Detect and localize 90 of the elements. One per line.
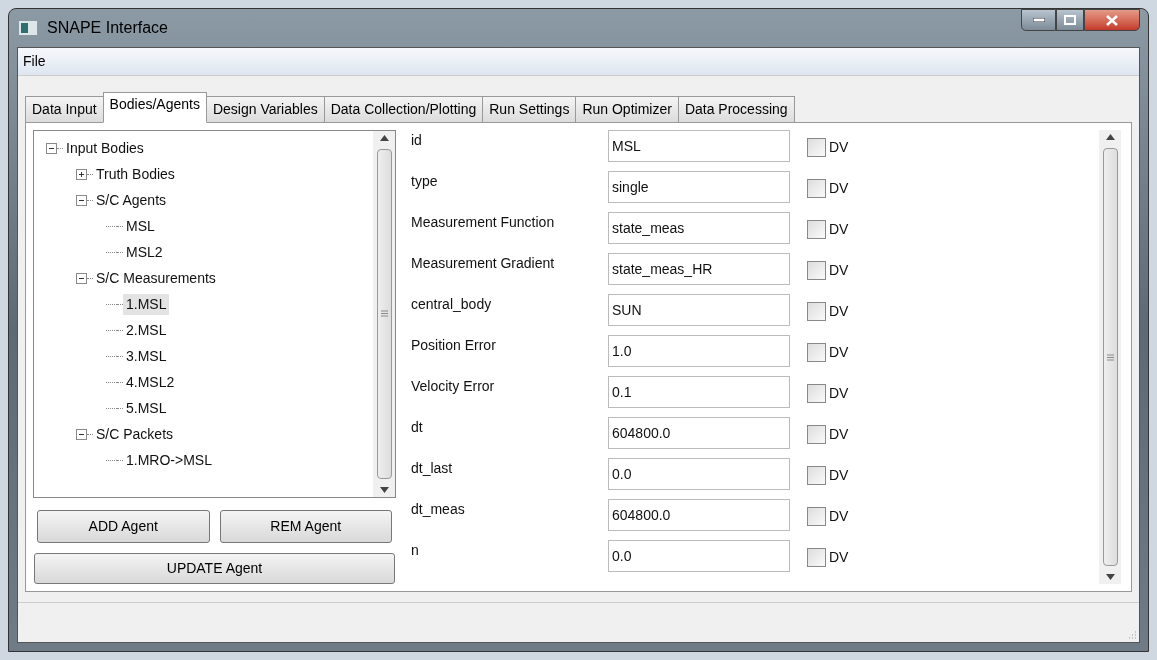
tab[interactable]: Design Variables (205, 96, 325, 123)
update-agent-button[interactable]: UPDATE Agent (34, 552, 395, 584)
maximize-icon (1064, 15, 1076, 25)
field-label: dt_meas (411, 500, 466, 519)
collapse-icon[interactable] (76, 194, 87, 206)
scrollbar[interactable] (373, 131, 395, 497)
resize-grip-icon[interactable] (1127, 630, 1137, 640)
app-icon (19, 21, 37, 35)
tab[interactable]: Bodies/Agents (102, 92, 207, 123)
checkbox-label: DV (829, 548, 849, 567)
field-label: dt (411, 418, 424, 437)
tree-item[interactable]: 2.MSL (123, 319, 170, 341)
tab[interactable]: Run Optimizer (575, 96, 679, 123)
tree-item[interactable]: Truth Bodies (93, 163, 178, 185)
checkbox[interactable] (807, 179, 826, 198)
checkbox[interactable] (807, 466, 826, 485)
tree-item[interactable]: 1.MSL (123, 293, 170, 315)
scroll-up-icon[interactable] (1105, 134, 1115, 140)
collapse-icon[interactable] (76, 428, 87, 440)
tree-item[interactable]: MSL2 (123, 241, 166, 263)
tab[interactable]: Data Input (25, 96, 104, 123)
input-field[interactable]: SUN (608, 294, 790, 326)
input-field[interactable]: 0.0 (608, 458, 790, 490)
input-field[interactable]: 604800.0 (608, 499, 790, 531)
collapse-icon[interactable] (76, 272, 87, 284)
input-field[interactable]: 0.0 (608, 540, 790, 572)
field-label: Measurement Function (411, 213, 556, 232)
remove-agent-button[interactable]: REM Agent (219, 509, 392, 543)
checkbox-label: DV (829, 384, 849, 403)
menu-item[interactable]: File (18, 51, 51, 72)
checkbox[interactable] (807, 384, 826, 403)
checkbox[interactable] (807, 138, 826, 157)
field-label: Measurement Gradient (411, 254, 556, 273)
input-field[interactable]: state_meas (608, 212, 790, 244)
input-field[interactable]: 1.0 (608, 335, 790, 367)
input-field[interactable]: 0.1 (608, 376, 790, 408)
close-icon (1106, 14, 1118, 26)
field-label: type (411, 172, 439, 191)
tree-item[interactable]: 3.MSL (123, 345, 170, 367)
window-title: SNAPE Interface (47, 18, 168, 38)
tree-item[interactable]: S/C Agents (93, 189, 170, 211)
minimize-button[interactable] (1021, 9, 1056, 31)
expand-icon[interactable] (76, 168, 87, 180)
checkbox-label: DV (829, 179, 849, 198)
minimize-icon (1032, 18, 1045, 22)
input-field[interactable]: MSL (608, 130, 790, 162)
checkbox[interactable] (807, 507, 826, 526)
scroll-down-icon[interactable] (1105, 574, 1115, 580)
field-label: dt_last (411, 459, 454, 478)
checkbox[interactable] (807, 343, 826, 362)
add-agent-button[interactable]: ADD Agent (37, 509, 210, 543)
checkbox-label: DV (829, 302, 849, 321)
field-label: central_body (411, 295, 493, 314)
checkbox[interactable] (807, 220, 826, 239)
checkbox[interactable] (807, 548, 826, 567)
tree-item[interactable]: MSL (123, 215, 158, 237)
tree-item[interactable]: 5.MSL (123, 397, 170, 419)
checkbox-label: DV (829, 261, 849, 280)
checkbox-label: DV (829, 343, 849, 362)
checkbox-label: DV (829, 507, 849, 526)
input-field[interactable]: state_meas_HR (608, 253, 790, 285)
tab[interactable]: Run Settings (482, 96, 577, 123)
checkbox[interactable] (807, 425, 826, 444)
tree-item[interactable]: Input Bodies (63, 137, 147, 159)
field-label: n (411, 541, 420, 560)
scroll-up-icon[interactable] (379, 135, 389, 141)
scrollbar[interactable] (1099, 130, 1121, 584)
tree-item[interactable]: S/C Packets (93, 423, 177, 445)
checkbox[interactable] (807, 261, 826, 280)
checkbox-label: DV (829, 138, 849, 157)
maximize-button[interactable] (1056, 9, 1084, 31)
input-field[interactable]: single (608, 171, 790, 203)
input-field[interactable]: 604800.0 (608, 417, 790, 449)
collapse-icon[interactable] (46, 142, 57, 154)
field-label: Velocity Error (411, 377, 496, 396)
tab[interactable]: Data Collection/Plotting (323, 96, 484, 123)
field-label: Position Error (411, 336, 497, 355)
close-button[interactable] (1084, 9, 1140, 31)
tree-item[interactable]: 4.MSL2 (123, 371, 178, 393)
grip-icon (380, 310, 388, 318)
scroll-down-icon[interactable] (379, 486, 389, 493)
checkbox[interactable] (807, 302, 826, 321)
checkbox-label: DV (829, 220, 849, 239)
checkbox-label: DV (829, 466, 849, 485)
grip-icon (1106, 353, 1114, 361)
tab[interactable]: Data Processing (677, 96, 795, 123)
checkbox-label: DV (829, 425, 849, 444)
tree-item[interactable]: 1.MRO->MSL (123, 449, 215, 471)
field-label: id (411, 131, 423, 150)
tree-item[interactable]: S/C Measurements (93, 267, 219, 289)
